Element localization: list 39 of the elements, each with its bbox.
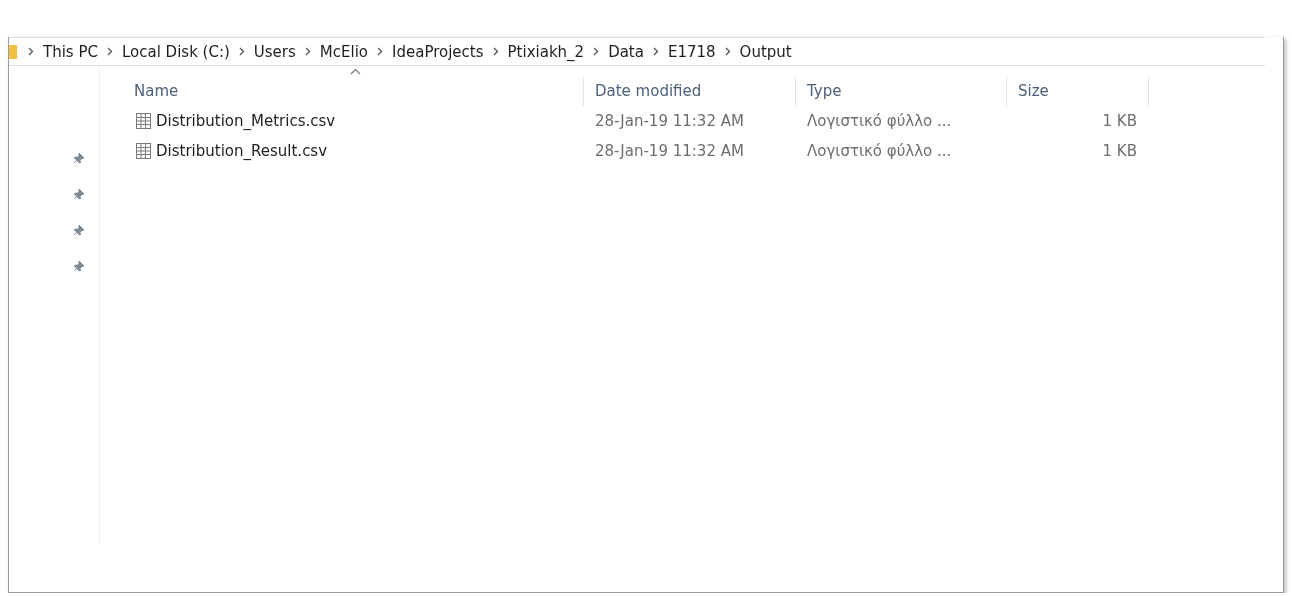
chevron-icon	[652, 47, 659, 56]
breadcrumb[interactable]: E1718	[667, 42, 716, 61]
breadcrumb[interactable]: McElio	[319, 42, 369, 61]
breadcrumb[interactable]: Ptixiakh_2	[507, 42, 585, 61]
pin-icon[interactable]	[73, 224, 85, 236]
column-header[interactable]: Size	[1018, 82, 1049, 100]
pin-icon[interactable]	[73, 152, 85, 164]
file-name[interactable]: Distribution_Metrics.csv	[156, 112, 336, 130]
chevron-icon	[593, 47, 600, 56]
breadcrumb[interactable]: Local Disk (C:)	[121, 42, 230, 61]
file-name[interactable]: Distribution_Result.csv	[156, 142, 328, 160]
breadcrumb[interactable]: Users	[253, 42, 296, 61]
breadcrumb[interactable]: Data	[608, 42, 644, 61]
chevron-icon	[238, 47, 245, 56]
date-modified: 28-Jan-19 11:32 AM	[595, 112, 744, 130]
folder-icon	[9, 44, 17, 59]
file-size: 1 KB	[1102, 142, 1137, 160]
column-header[interactable]: Date modified	[595, 82, 702, 100]
column-header[interactable]: Type	[807, 82, 842, 100]
breadcrumb[interactable]: This PC	[43, 42, 98, 61]
chevron-icon	[492, 47, 499, 56]
spreadsheet-icon	[134, 142, 152, 160]
file-type: Λογιστικό φύλλο ...	[807, 142, 952, 160]
chevron-icon	[28, 47, 34, 56]
pin-icon[interactable]	[73, 260, 85, 272]
breadcrumb[interactable]: IdeaProjects	[392, 42, 484, 61]
file-type: Λογιστικό φύλλο ...	[807, 112, 952, 130]
chevron-icon	[106, 47, 113, 56]
sort-up-icon[interactable]	[350, 68, 361, 75]
date-modified: 28-Jan-19 11:32 AM	[595, 142, 744, 160]
chevron-icon	[724, 47, 731, 56]
pin-icon[interactable]	[73, 188, 85, 200]
chevron-icon	[304, 47, 311, 56]
column-header[interactable]: Name	[134, 82, 179, 100]
address-bar[interactable]: This PC Local Disk (C:) Users McElio IdeaProjects Ptixiakh_2 Data E1718 Output	[9, 37, 1265, 66]
spreadsheet-icon	[134, 112, 152, 130]
file-size: 1 KB	[1102, 112, 1137, 130]
chevron-icon	[377, 47, 384, 56]
breadcrumb[interactable]: Output	[739, 42, 792, 61]
